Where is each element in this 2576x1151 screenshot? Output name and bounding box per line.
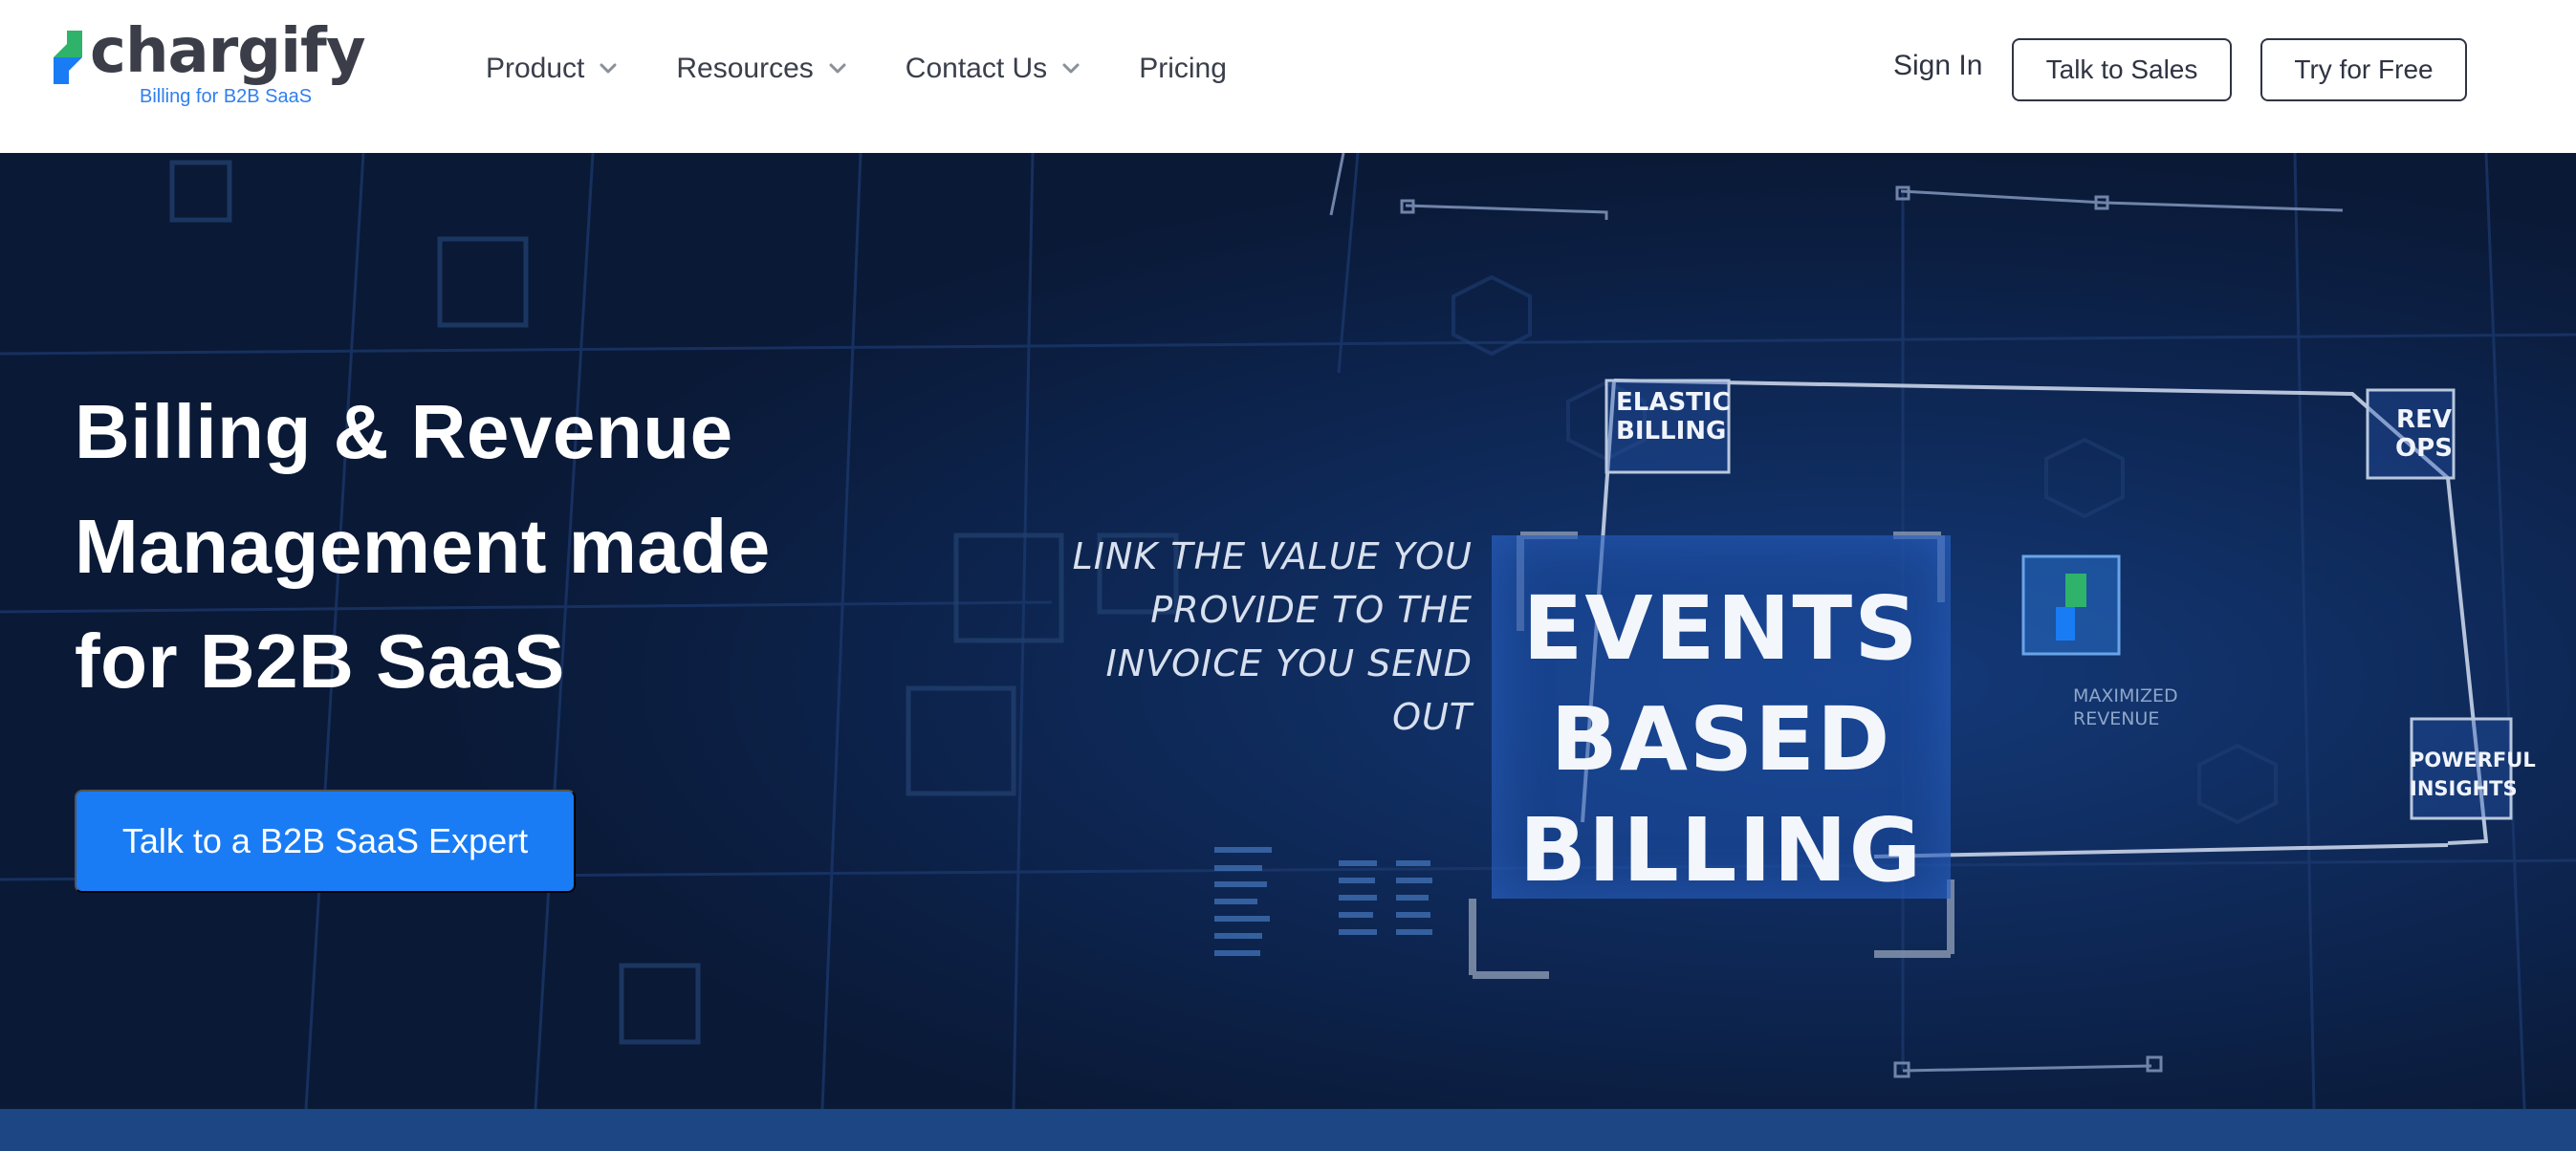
talk-to-sales-button[interactable]: Talk to Sales [2012, 38, 2232, 101]
nav-item-label: Product [486, 53, 585, 84]
nav-item-label: Pricing [1139, 53, 1227, 84]
chevron-down-icon [829, 63, 846, 74]
video-tagline: LINK THE VALUE YOU PROVIDE TO THE INVOIC… [1072, 535, 1473, 738]
site-header: chargify Billing for B2B SaaS Product Re… [0, 0, 2576, 153]
video-label-powerful-insights: POWERFUL INSIGHTS [2410, 749, 2536, 800]
nav-item-label: Resources [676, 53, 814, 84]
nav-item-pricing[interactable]: Pricing [1139, 53, 1227, 85]
chevron-down-icon [600, 63, 617, 74]
chevron-down-icon [1062, 63, 1080, 74]
talk-to-expert-button[interactable]: Talk to a B2B SaaS Expert [75, 790, 576, 893]
try-for-free-button[interactable]: Try for Free [2260, 38, 2467, 101]
nav-item-resources[interactable]: Resources [676, 53, 849, 85]
video-label-rev-ops: REV OPS [2395, 405, 2453, 463]
hero-section: Billing & Revenue Management made for B2… [0, 153, 2576, 1109]
sign-in-link[interactable]: Sign In [1893, 50, 1982, 82]
video-main-label: EVENTS BASED BILLING [1518, 577, 1924, 901]
nav-item-product[interactable]: Product [486, 53, 621, 85]
video-label-maximized-revenue: MAXIMIZED REVENUE [2073, 685, 2178, 729]
main-nav: Product Resources Contact Us Pricing [486, 46, 1282, 92]
nav-item-contact-us[interactable]: Contact Us [906, 53, 1083, 85]
logo-tagline: Billing for B2B SaaS [140, 86, 313, 107]
nav-item-label: Contact Us [905, 53, 1048, 84]
video-label-elastic-billing: ELASTIC BILLING [1616, 388, 1731, 445]
chargify-logo-mark-icon [54, 31, 82, 84]
next-section-band [0, 1109, 2576, 1151]
logo-wordmark: chargify [90, 16, 366, 87]
hero-title: Billing & Revenue Management made for B2… [75, 389, 771, 704]
chargify-logo[interactable]: chargify Billing for B2B SaaS [54, 21, 366, 111]
